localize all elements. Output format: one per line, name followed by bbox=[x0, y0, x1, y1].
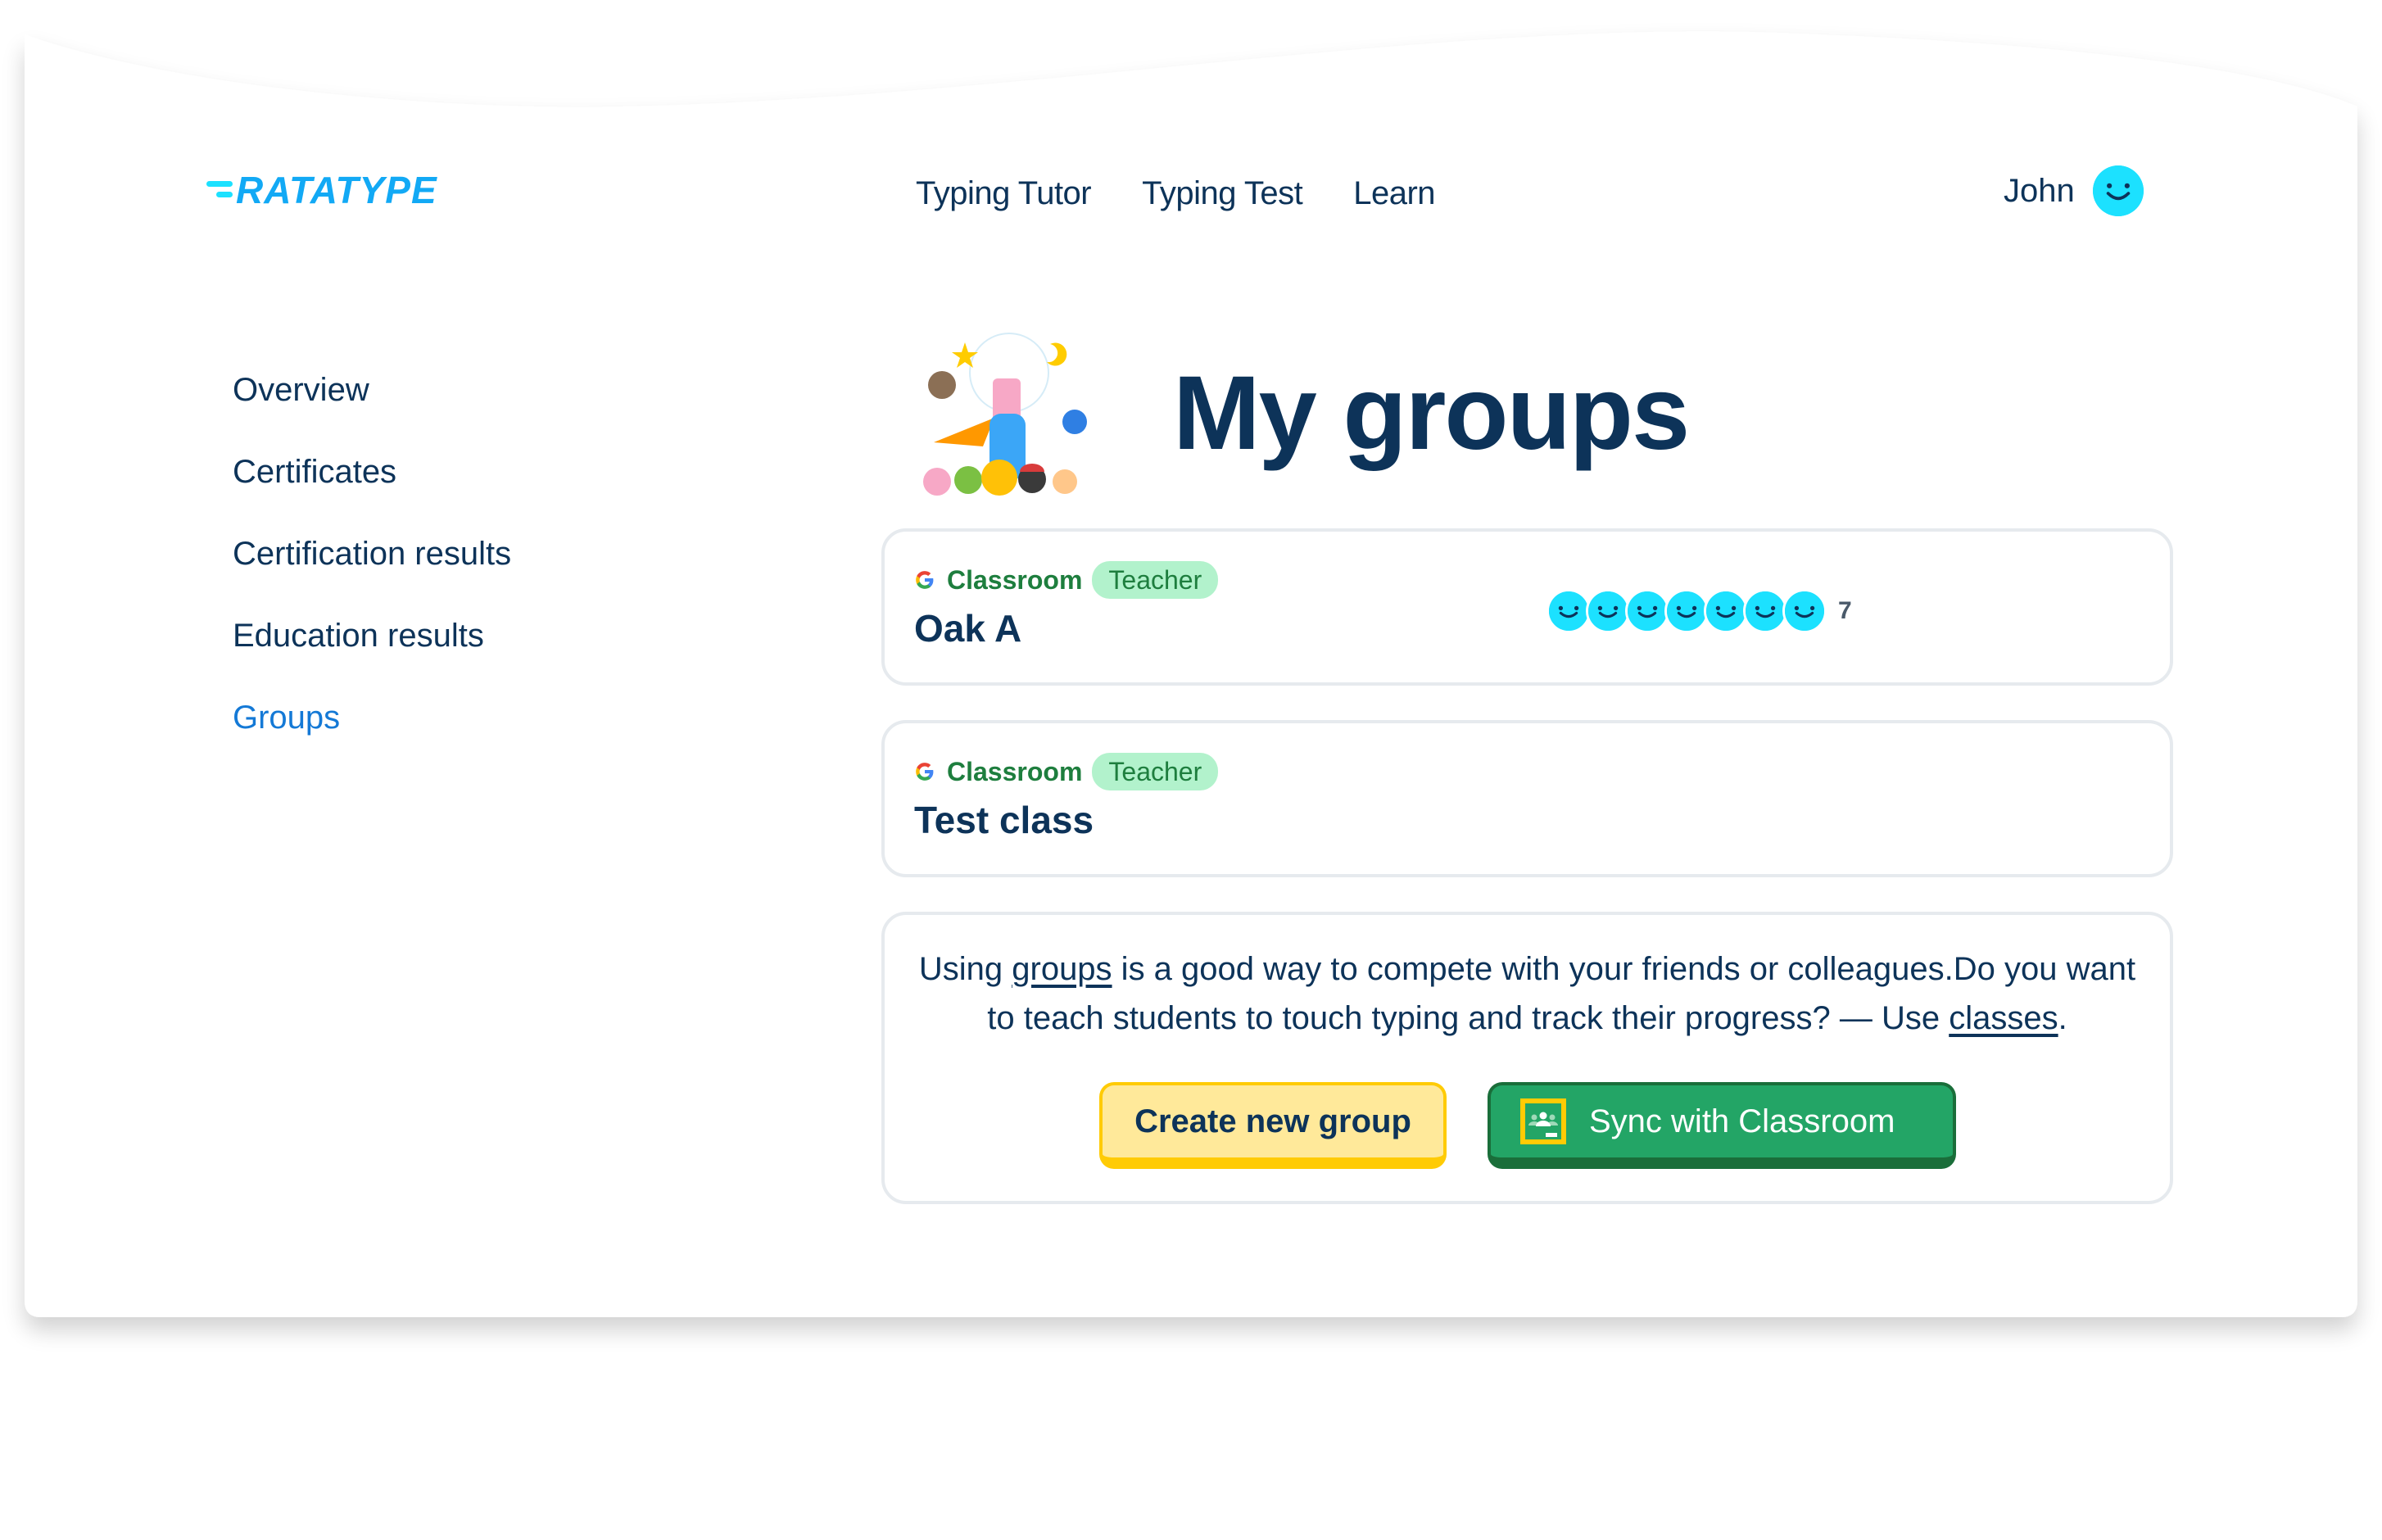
smiley-avatar-icon[interactable] bbox=[2092, 165, 2144, 216]
nav-typing-tutor[interactable]: Typing Tutor bbox=[916, 170, 1092, 216]
bird-character bbox=[1062, 410, 1087, 434]
info-text-part: Using bbox=[918, 951, 1012, 987]
moon-icon bbox=[1047, 342, 1067, 366]
group-card[interactable]: Classroom Teacher Oak A 7 bbox=[881, 528, 2173, 686]
member-avatar-icon bbox=[1546, 589, 1591, 633]
sidebar-item-certificates[interactable]: Certificates bbox=[233, 431, 511, 513]
member-avatar-icon bbox=[1586, 589, 1630, 633]
logo-text: RATATYPE bbox=[236, 169, 437, 211]
groups-info-card: Using groups is a good way to compete wi… bbox=[881, 912, 2173, 1204]
group-card[interactable]: Classroom Teacher Test class bbox=[881, 720, 2173, 877]
classroom-label: Classroom bbox=[947, 756, 1083, 786]
info-text: Using groups is a good way to compete wi… bbox=[885, 944, 2170, 1043]
group-name[interactable]: Test class bbox=[914, 795, 1094, 845]
group-meta: Classroom Teacher bbox=[914, 753, 1219, 790]
google-g-icon bbox=[916, 763, 934, 781]
classes-link[interactable]: classes bbox=[1949, 1000, 2058, 1036]
member-avatar-icon bbox=[1664, 589, 1709, 633]
role-badge: Teacher bbox=[1092, 753, 1219, 790]
member-count: 7 bbox=[1838, 597, 1852, 624]
user-name[interactable]: John bbox=[2004, 166, 2075, 215]
create-group-label: Create new group bbox=[1134, 1103, 1411, 1139]
role-badge: Teacher bbox=[1092, 561, 1219, 599]
pink-character bbox=[923, 468, 951, 496]
sidebar-item-groups[interactable]: Groups bbox=[233, 677, 511, 759]
sync-classroom-button[interactable]: Sync with Classroom bbox=[1488, 1082, 1956, 1169]
member-avatar-icon bbox=[1743, 589, 1787, 633]
classroom-label: Classroom bbox=[947, 564, 1083, 595]
google-g-icon bbox=[916, 571, 934, 589]
owl-character bbox=[928, 371, 956, 399]
group-name[interactable]: Oak A bbox=[914, 604, 1021, 653]
ratatype-logo[interactable]: RATATYPE bbox=[206, 170, 437, 210]
top-nav: Typing Tutor Typing Test Learn bbox=[916, 170, 1436, 216]
create-group-button[interactable]: Create new group bbox=[1099, 1082, 1447, 1169]
mascot-characters-illustration bbox=[923, 333, 1087, 496]
member-avatar-icon bbox=[1782, 589, 1827, 633]
groups-link[interactable]: groups bbox=[1012, 951, 1112, 987]
member-avatar-icon bbox=[1625, 589, 1669, 633]
sync-classroom-label: Sync with Classroom bbox=[1589, 1103, 1895, 1139]
member-avatars: 7 bbox=[1546, 589, 1852, 633]
nav-learn[interactable]: Learn bbox=[1353, 170, 1435, 216]
cat-character bbox=[1053, 469, 1077, 494]
nav-typing-test[interactable]: Typing Test bbox=[1142, 170, 1303, 216]
info-text-part: . bbox=[2058, 1000, 2067, 1036]
member-avatar-icon bbox=[1704, 589, 1748, 633]
group-meta: Classroom Teacher bbox=[914, 561, 1219, 599]
sidebar-item-overview[interactable]: Overview bbox=[233, 349, 511, 431]
frog-character bbox=[954, 466, 982, 494]
google-classroom-icon bbox=[1520, 1098, 1566, 1144]
pacman-character bbox=[981, 460, 1017, 496]
logo-mark-icon bbox=[206, 176, 234, 204]
sidebar-item-certification-results[interactable]: Certification results bbox=[233, 513, 511, 595]
sidebar-item-education-results[interactable]: Education results bbox=[233, 595, 511, 677]
page-title: My groups bbox=[1173, 355, 1690, 472]
user-menu[interactable]: John bbox=[2004, 165, 2144, 216]
sidebar: Overview Certificates Certification resu… bbox=[233, 349, 511, 759]
